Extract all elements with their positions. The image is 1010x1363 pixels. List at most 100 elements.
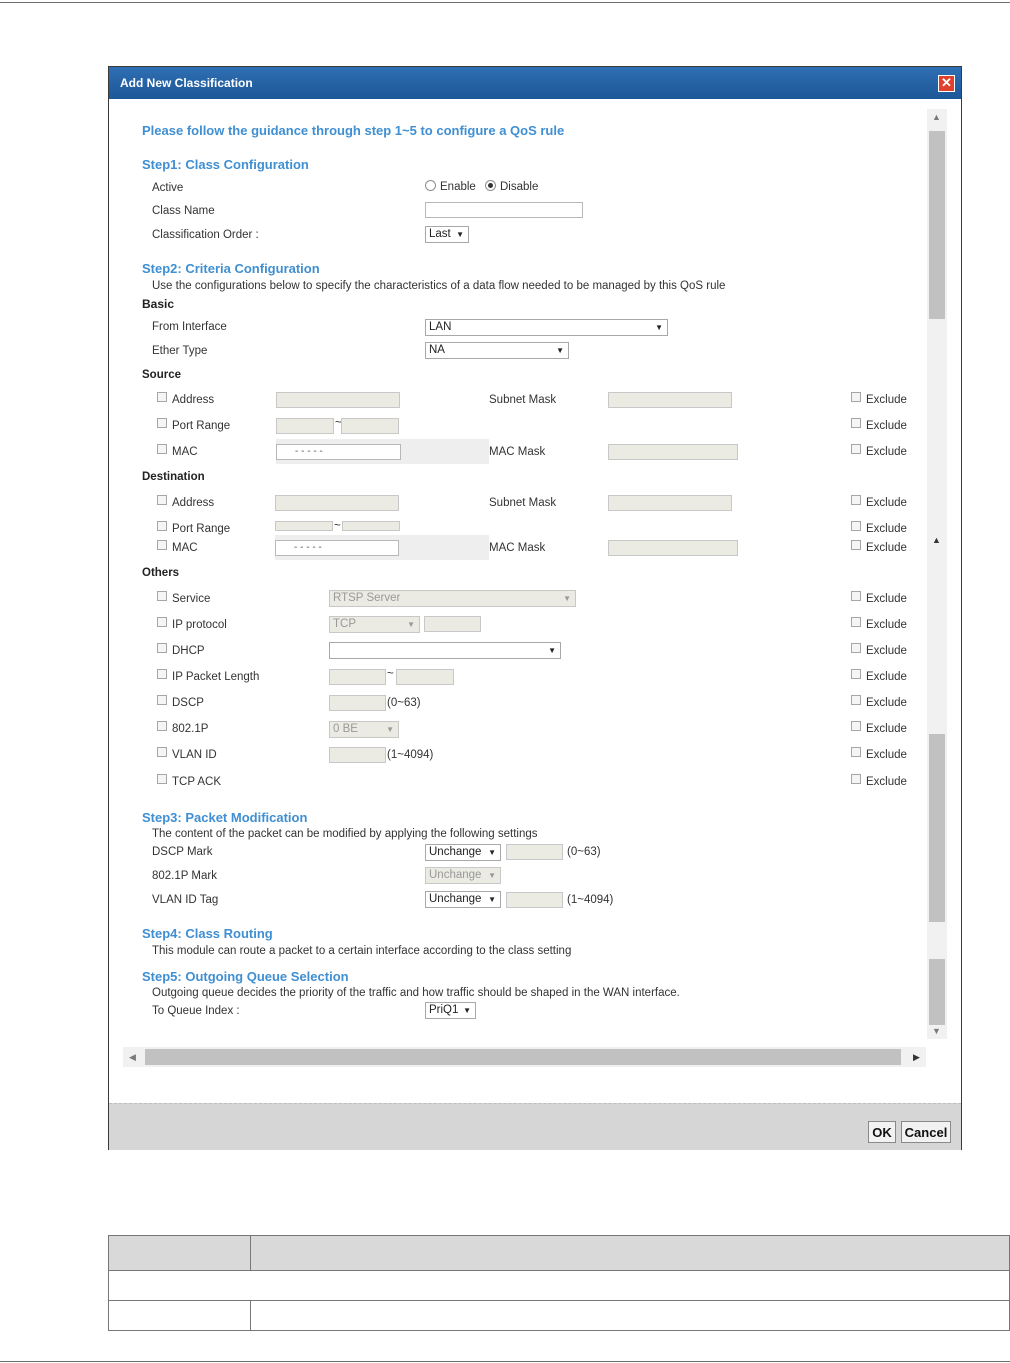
service-checkbox[interactable]	[157, 591, 167, 601]
classification-order-value: Last	[429, 228, 451, 240]
ip-protocol-select[interactable]: TCP ▼	[329, 616, 420, 633]
source-port-end-input[interactable]	[341, 418, 399, 434]
dest-mac-input[interactable]: - - - - -	[275, 540, 399, 556]
ip-protocol-checkbox[interactable]	[157, 617, 167, 627]
dest-mac-exclude-checkbox[interactable]	[851, 540, 861, 550]
dhcp-exclude-checkbox[interactable]	[851, 643, 861, 653]
enable-radio[interactable]	[425, 180, 436, 191]
scroll-up-icon[interactable]: ▲	[932, 535, 941, 545]
dscp-input[interactable]	[329, 695, 386, 711]
dest-address-exclude-checkbox[interactable]	[851, 495, 861, 505]
dest-mac-mask-input[interactable]	[608, 540, 738, 556]
vertical-scroll-thumb-lower[interactable]	[929, 734, 945, 922]
dscp-exclude-checkbox[interactable]	[851, 695, 861, 705]
dot1p-select[interactable]: 0 BE ▼	[329, 721, 399, 738]
dot1p-exclude-checkbox[interactable]	[851, 721, 861, 731]
dest-address-checkbox[interactable]	[157, 495, 167, 505]
from-interface-value: LAN	[429, 321, 452, 333]
dhcp-checkbox[interactable]	[157, 643, 167, 653]
queue-index-value: PriQ1	[429, 1004, 459, 1016]
scroll-left-icon[interactable]: ◀	[129, 1052, 136, 1063]
dest-port-end-input[interactable]	[342, 521, 400, 531]
dest-address-input[interactable]	[275, 495, 399, 511]
dscp-mark-select[interactable]: Unchange ▼	[425, 844, 501, 861]
dest-mac-checkbox[interactable]	[157, 540, 167, 550]
dropdown-arrow-icon: ▼	[556, 346, 564, 355]
queue-index-select[interactable]: PriQ1 ▼	[425, 1002, 476, 1019]
source-address-label: Address	[172, 394, 215, 406]
source-address-checkbox[interactable]	[157, 392, 167, 402]
dot1p-mark-select[interactable]: Unchange ▼	[425, 867, 501, 884]
horizontal-scroll-thumb[interactable]	[145, 1049, 901, 1065]
dot1p-checkbox[interactable]	[157, 721, 167, 731]
vertical-scrollbar[interactable]: ▲ ▲ ▼	[927, 109, 947, 1039]
source-heading: Source	[142, 369, 181, 381]
source-port-exclude-checkbox[interactable]	[851, 418, 861, 428]
classification-order-select[interactable]: Last ▼	[425, 226, 469, 243]
dot1p-mark-label: 802.1P Mark	[152, 870, 217, 882]
tcp-ack-exclude-checkbox[interactable]	[851, 774, 861, 784]
ip-protocol-exclude-checkbox[interactable]	[851, 617, 861, 627]
close-icon[interactable]: ✕	[938, 75, 955, 92]
dropdown-arrow-icon: ▼	[548, 646, 556, 655]
ip-packet-length-max-input[interactable]	[396, 669, 454, 685]
step2-description: Use the configurations below to specify …	[152, 280, 726, 292]
scroll-right-icon[interactable]: ▶	[913, 1052, 920, 1063]
dest-port-range-checkbox[interactable]	[157, 521, 167, 531]
dest-port-exclude-checkbox[interactable]	[851, 521, 861, 531]
classification-order-label: Classification Order :	[152, 229, 259, 241]
disable-radio[interactable]	[485, 180, 496, 191]
horizontal-scrollbar[interactable]: ◀ ▶	[123, 1047, 926, 1067]
service-exclude-checkbox[interactable]	[851, 591, 861, 601]
source-mac-checkbox[interactable]	[157, 444, 167, 454]
table-border-top	[108, 1235, 1010, 1236]
scroll-down-icon[interactable]: ▼	[932, 1026, 941, 1036]
ip-packet-length-checkbox[interactable]	[157, 669, 167, 679]
exclude-label: Exclude	[866, 723, 907, 735]
vertical-scroll-thumb[interactable]	[929, 131, 945, 319]
add-classification-dialog: Add New Classification ✕ Please follow t…	[108, 66, 962, 1150]
tcp-ack-checkbox[interactable]	[157, 774, 167, 784]
ip-packet-length-label: IP Packet Length	[172, 671, 260, 683]
queue-index-label: To Queue Index :	[152, 1005, 240, 1017]
service-select[interactable]: RTSP Server ▼	[329, 590, 576, 607]
dscp-mark-input[interactable]	[506, 844, 563, 860]
ip-packet-length-exclude-checkbox[interactable]	[851, 669, 861, 679]
exclude-label: Exclude	[866, 749, 907, 761]
dest-subnet-mask-label: Subnet Mask	[489, 497, 557, 509]
source-subnet-mask-label: Subnet Mask	[489, 394, 557, 406]
dhcp-select[interactable]: ▼	[329, 642, 561, 659]
vlan-id-exclude-checkbox[interactable]	[851, 747, 861, 757]
source-mac-exclude-checkbox[interactable]	[851, 444, 861, 454]
source-mac-mask-input[interactable]	[608, 444, 738, 460]
exclude-label: Exclude	[866, 394, 907, 406]
page-top-rule	[0, 2, 1010, 3]
ip-packet-length-min-input[interactable]	[329, 669, 386, 685]
dest-subnet-mask-input[interactable]	[608, 495, 732, 511]
ether-type-select[interactable]: NA ▼	[425, 342, 569, 359]
from-interface-select[interactable]: LAN ▼	[425, 319, 668, 336]
class-name-input[interactable]	[425, 202, 583, 218]
vlan-tag-select[interactable]: Unchange ▼	[425, 891, 501, 908]
dscp-mark-range: (0~63)	[567, 846, 601, 858]
vlan-tag-range: (1~4094)	[567, 894, 614, 906]
vlan-id-checkbox[interactable]	[157, 747, 167, 757]
vertical-scroll-thumb-bottom[interactable]	[929, 959, 945, 1025]
dscp-checkbox[interactable]	[157, 695, 167, 705]
step1-heading: Step1: Class Configuration	[142, 157, 309, 172]
cancel-button[interactable]: Cancel	[901, 1121, 951, 1143]
step5-description: Outgoing queue decides the priority of t…	[152, 987, 680, 999]
ip-protocol-number-input[interactable]	[424, 616, 481, 632]
scroll-up-icon[interactable]: ▲	[932, 112, 941, 122]
vlan-id-input[interactable]	[329, 747, 386, 763]
ether-type-value: NA	[429, 344, 445, 356]
dest-port-start-input[interactable]	[275, 521, 333, 531]
source-address-exclude-checkbox[interactable]	[851, 392, 861, 402]
source-subnet-mask-input[interactable]	[608, 392, 732, 408]
source-mac-input[interactable]: - - - - -	[276, 444, 401, 460]
vlan-tag-input[interactable]	[506, 892, 563, 908]
source-address-input[interactable]	[276, 392, 400, 408]
ok-button[interactable]: OK	[868, 1121, 896, 1143]
source-port-range-checkbox[interactable]	[157, 418, 167, 428]
source-port-start-input[interactable]	[276, 418, 334, 434]
